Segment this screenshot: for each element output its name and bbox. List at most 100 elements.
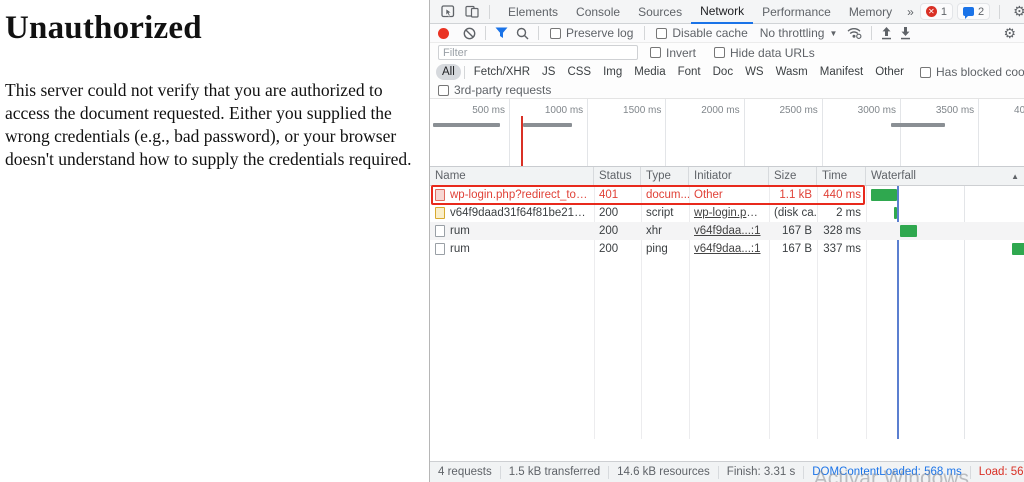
cell-type: ping	[641, 240, 689, 258]
chip-ws[interactable]: WS	[739, 64, 770, 80]
status-bar-item: Finish: 3.31 s	[719, 466, 804, 479]
column-header-initiator[interactable]: Initiator	[689, 167, 769, 185]
checkbox[interactable]	[650, 47, 661, 58]
divider	[464, 66, 465, 79]
timeline-overview[interactable]: 500 ms1000 ms1500 ms2000 ms2500 ms3000 m…	[430, 99, 1024, 167]
tab-elements[interactable]: Elements	[499, 0, 567, 24]
checkbox[interactable]	[550, 28, 561, 39]
checkbox[interactable]	[920, 67, 931, 78]
timeline-gridline	[822, 99, 823, 166]
cell-waterfall	[866, 186, 1024, 204]
cell-type: script	[641, 204, 689, 222]
error-badge[interactable]: ✕ 1	[920, 3, 953, 20]
overview-activity-bar	[891, 123, 945, 127]
devtools-tabbar: ElementsConsoleSourcesNetworkPerformance…	[430, 0, 1024, 24]
disable-cache-checkbox[interactable]: Disable cache	[656, 26, 747, 40]
third-party-checkbox[interactable]: 3rd-party requests	[438, 83, 551, 97]
hide-data-urls-checkbox[interactable]: Hide data URLs	[714, 46, 815, 60]
chip-wasm[interactable]: Wasm	[770, 64, 814, 80]
preserve-log-checkbox[interactable]: Preserve log	[550, 26, 633, 40]
invert-checkbox[interactable]: Invert	[650, 46, 696, 60]
column-header-time[interactable]: Time	[817, 167, 866, 185]
chip-media[interactable]: Media	[628, 64, 671, 80]
device-toolbar-icon[interactable]	[460, 5, 484, 18]
export-har-icon[interactable]	[896, 27, 915, 40]
chip-font[interactable]: Font	[672, 64, 707, 80]
tab-console[interactable]: Console	[567, 0, 629, 24]
column-header-type[interactable]: Type	[641, 167, 689, 185]
timeline-tick-label: 1500 ms	[591, 105, 661, 116]
timeline-tick-label: 4000 ms	[982, 105, 1024, 116]
chip-all[interactable]: All	[436, 64, 461, 80]
chip-fetch-xhr[interactable]: Fetch/XHR	[468, 64, 536, 80]
request-name: wp-login.php?redirect_to=htt...	[450, 189, 589, 201]
chip-img[interactable]: Img	[597, 64, 628, 80]
generic-file-icon	[435, 243, 445, 255]
inspect-element-icon[interactable]	[436, 5, 460, 18]
network-settings-gear-icon[interactable]: ⚙	[999, 25, 1020, 42]
request-row[interactable]: rum200xhrv64f9daa...:1167 B328 ms	[430, 222, 1024, 240]
timeline-tick-label: 1000 ms	[513, 105, 583, 116]
search-icon[interactable]	[512, 27, 533, 40]
chevron-down-icon: ▼	[829, 29, 837, 38]
request-row[interactable]: v64f9daad31f64f81be21cbef6...200scriptwp…	[430, 204, 1024, 222]
chip-css[interactable]: CSS	[561, 64, 597, 80]
tab-memory[interactable]: Memory	[840, 0, 901, 24]
tab-performance[interactable]: Performance	[753, 0, 840, 24]
column-header-status[interactable]: Status	[594, 167, 641, 185]
chip-js[interactable]: JS	[536, 64, 561, 80]
has-blocked-cookies-checkbox[interactable]: Has blocked cookies	[920, 65, 1024, 79]
request-name: rum	[450, 225, 470, 237]
divider	[485, 26, 486, 40]
divider	[644, 26, 645, 40]
initiator-link[interactable]: v64f9daa...:1	[694, 243, 761, 255]
checkbox[interactable]	[438, 85, 449, 96]
request-row[interactable]: wp-login.php?redirect_to=htt...401docum.…	[430, 186, 1024, 204]
initiator-link[interactable]: wp-login.php?r...	[694, 207, 764, 219]
record-button[interactable]	[438, 28, 449, 39]
divider	[871, 26, 872, 40]
timeline-tick-label: 500 ms	[435, 105, 505, 116]
import-har-icon[interactable]	[877, 27, 896, 40]
timeline-tick-label: 2000 ms	[670, 105, 740, 116]
more-tabs-icon[interactable]: »	[901, 5, 920, 19]
request-name: rum	[450, 243, 470, 255]
tabbar-right: ✕ 1 2 ⚙ ⋮ ✕	[920, 3, 1024, 20]
throttling-dropdown[interactable]: No throttling ▼	[760, 26, 838, 40]
tab-sources[interactable]: Sources	[629, 0, 691, 24]
chip-doc[interactable]: Doc	[707, 64, 739, 80]
network-conditions-icon[interactable]	[843, 27, 866, 39]
column-header-name[interactable]: Name	[430, 167, 594, 185]
filter-funnel-icon[interactable]	[491, 27, 512, 39]
screen: Unauthorized This server could not verif…	[0, 0, 1024, 482]
page-title: Unauthorized	[5, 10, 424, 47]
cell-name: wp-login.php?redirect_to=htt...	[430, 186, 594, 204]
clear-icon[interactable]	[459, 27, 480, 40]
chip-manifest[interactable]: Manifest	[814, 64, 869, 80]
cell-initiator: v64f9daa...:1	[689, 222, 769, 240]
cell-status: 200	[594, 222, 641, 240]
timeline-gridline	[509, 99, 510, 166]
checkbox[interactable]	[656, 28, 667, 39]
cell-time: 337 ms	[817, 240, 866, 258]
generic-file-icon	[435, 225, 445, 237]
cell-status: 401	[594, 186, 641, 204]
chip-other[interactable]: Other	[869, 64, 910, 80]
filter-input[interactable]	[438, 45, 638, 60]
cell-initiator: wp-login.php?r...	[689, 204, 769, 222]
cell-time: 328 ms	[817, 222, 866, 240]
initiator-link[interactable]: v64f9daa...:1	[694, 225, 761, 237]
checkbox[interactable]	[714, 47, 725, 58]
tab-network[interactable]: Network	[691, 0, 753, 24]
column-header-label: Type	[646, 170, 671, 182]
error-count: 1	[941, 6, 947, 18]
cell-name: v64f9daad31f64f81be21cbef6...	[430, 204, 594, 222]
request-row[interactable]: rum200pingv64f9daa...:1167 B337 ms	[430, 240, 1024, 258]
cell-status: 200	[594, 240, 641, 258]
settings-gear-icon[interactable]: ⚙	[1009, 3, 1024, 20]
issues-badge[interactable]: 2	[957, 3, 990, 20]
script-yellow-file-icon	[435, 207, 445, 219]
column-header-waterfall[interactable]: Waterfall▲	[866, 167, 1024, 185]
column-header-size[interactable]: Size	[769, 167, 817, 185]
network-toolbar: Preserve log Disable cache No throttling…	[430, 24, 1024, 43]
